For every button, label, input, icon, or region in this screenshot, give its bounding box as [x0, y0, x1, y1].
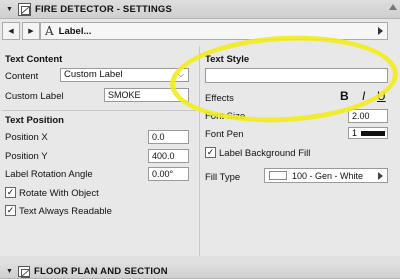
chevron-down-icon: ⌵ [177, 70, 184, 79]
previous-page-button[interactable]: ◀ [2, 22, 20, 40]
position-y-input[interactable]: 400.0 [148, 149, 189, 163]
floor-plan-icon [17, 265, 30, 278]
next-page-button[interactable]: ▶ [22, 22, 40, 40]
settings-title: FIRE DETECTOR - SETTINGS [34, 3, 173, 15]
text-always-readable-checkbox[interactable]: ✓ [5, 205, 16, 216]
fill-type-value: 100 - Gen - White [292, 170, 364, 181]
pen-color-swatch [361, 131, 385, 136]
text-position-title: Text Position [5, 115, 64, 126]
settings-section-header[interactable]: ▼ FIRE DETECTOR - SETTINGS [0, 0, 400, 19]
font-pen-selector[interactable]: 1 [348, 127, 388, 139]
font-pen-number: 1 [352, 128, 358, 138]
fire-detector-icon [17, 2, 31, 16]
text-style-input[interactable] [205, 68, 388, 83]
fill-type-label: Fill Type [205, 172, 241, 183]
font-size-label: Font Size [205, 111, 246, 122]
collapse-triangle-icon[interactable]: ▼ [6, 268, 13, 275]
position-y-label: Position Y [5, 151, 48, 162]
rotation-angle-label: Label Rotation Angle [5, 169, 93, 180]
custom-label-label: Custom Label [5, 91, 64, 102]
panel-divider [199, 46, 200, 256]
rotate-with-object-checkbox[interactable]: ✓ [5, 187, 16, 198]
floor-plan-section-header[interactable]: ▼ FLOOR PLAN AND SECTION [0, 264, 400, 279]
page-selector-label: Label... [58, 25, 92, 37]
rotation-angle-input[interactable]: 0.00° [148, 167, 189, 181]
position-x-input[interactable]: 0.0 [148, 130, 189, 144]
group-separator [2, 110, 196, 111]
position-x-label: Position X [5, 132, 48, 143]
collapse-triangle-icon[interactable]: ▼ [6, 6, 13, 13]
scroll-up-icon[interactable] [389, 4, 397, 10]
underline-button[interactable]: U [377, 89, 386, 103]
font-pen-label: Font Pen [205, 129, 244, 140]
panel-bottom-strip [0, 256, 400, 264]
italic-button[interactable]: I [362, 89, 365, 103]
text-style-title: Text Style [205, 54, 250, 65]
floor-plan-title: FLOOR PLAN AND SECTION [33, 265, 168, 277]
text-label-icon: A [45, 24, 54, 38]
page-selector[interactable]: A Label... [40, 22, 388, 40]
text-always-readable-label: Text Always Readable [19, 206, 112, 217]
fill-swatch [269, 171, 287, 180]
fill-type-arrow-icon [378, 172, 383, 180]
content-select-value: Custom Label [64, 69, 123, 80]
bold-button[interactable]: B [340, 89, 349, 103]
custom-label-input[interactable]: SMOKE [104, 88, 189, 102]
label-background-fill-checkbox[interactable]: ✓ [205, 147, 216, 158]
content-select[interactable]: Custom Label ⌵ [60, 68, 189, 82]
page-navigation-bar: ◀ ▶ A Label... [0, 20, 400, 42]
fill-type-select[interactable]: 100 - Gen - White [264, 168, 388, 183]
text-content-title: Text Content [5, 54, 63, 65]
page-selector-arrow-icon[interactable] [378, 27, 383, 35]
rotate-with-object-label: Rotate With Object [19, 188, 99, 199]
label-background-fill-label: Label Background Fill [219, 148, 311, 159]
content-label: Content [5, 71, 39, 82]
font-size-input[interactable]: 2.00 [348, 109, 388, 123]
effects-label: Effects [205, 93, 234, 104]
